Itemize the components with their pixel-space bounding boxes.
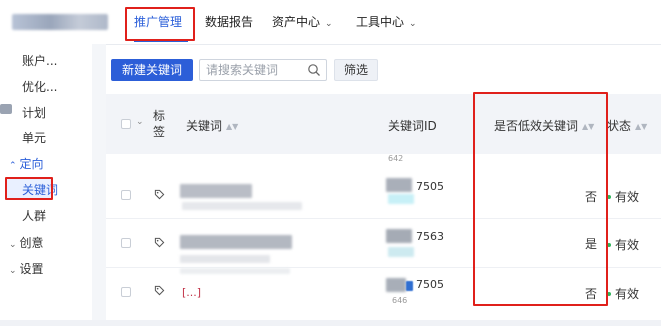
keyword-id-suffix: 7505	[416, 278, 444, 291]
clipped-id-text: 646	[392, 296, 408, 305]
search-icon[interactable]	[307, 63, 321, 77]
nav-tab-data-report[interactable]: 数据报告	[205, 0, 253, 44]
status-cell: 有效	[607, 236, 639, 253]
sidebar-item-audience[interactable]: 人群	[22, 207, 46, 224]
sidebar-group-label: 创意	[19, 236, 44, 250]
keyword-id-redacted	[386, 229, 412, 243]
keyword-id: 7563	[416, 230, 444, 243]
keyword-id: 7505	[416, 278, 444, 291]
sidebar-item-label: 账户...	[22, 54, 58, 68]
sidebar-item-plan[interactable]: 计划	[22, 104, 46, 121]
filter-button[interactable]: 筛选	[334, 59, 378, 81]
chevron-down-icon: ⌄	[9, 240, 17, 250]
top-navigation-bar: 推广管理 数据报告 资产中心 ⌄ 工具中心 ⌄	[0, 0, 661, 45]
sort-icon[interactable]: ▲▼	[226, 122, 238, 131]
column-header-label: 关键词	[186, 119, 223, 133]
column-header-keyword[interactable]: 关键词 ▲▼	[186, 117, 238, 134]
row-checkbox[interactable]	[121, 190, 131, 200]
status-cell: 有效	[607, 285, 639, 302]
sidebar-item-label: 计划	[22, 106, 47, 120]
sidebar-item-label: 人群	[22, 209, 47, 223]
highlight-box-sidebar	[5, 177, 53, 200]
keyword-search-input[interactable]	[206, 62, 302, 78]
highlight-box-low-efficiency-column	[473, 92, 608, 306]
keyword-id: 7505	[416, 180, 444, 193]
keyword-id-suffix: 7563	[416, 230, 444, 243]
sidebar-group-targeting[interactable]: ⌃ 定向	[9, 155, 44, 172]
keyword-partial-text: [...]	[182, 286, 202, 299]
nav-tab-label: 资产中心	[272, 15, 321, 29]
content-gutter	[92, 44, 106, 326]
status-cell: 有效	[607, 188, 639, 205]
column-header-status[interactable]: 状态 ▲▼	[607, 117, 647, 134]
column-header-label: 状态	[607, 119, 632, 133]
keyword-subtext-redacted	[182, 202, 302, 210]
chevron-up-icon: ⌃	[9, 161, 17, 171]
column-header-label: 标签	[153, 109, 166, 139]
chevron-down-icon: ⌄	[9, 266, 17, 276]
keyword-subtext-redacted	[180, 268, 290, 274]
keyword-subtext-redacted	[180, 255, 270, 263]
tag-icon[interactable]	[154, 285, 165, 296]
keyword-id-redacted	[388, 194, 414, 204]
new-keyword-button[interactable]: 新建关键词	[111, 59, 193, 81]
sidebar-group-settings[interactable]: ⌄ 设置	[9, 260, 44, 277]
keyword-id-redacted	[386, 278, 406, 292]
column-header-keyword-id: 关键词ID	[388, 117, 437, 134]
sidebar-item-label: 单元	[22, 131, 47, 145]
nav-tab-tool-center[interactable]: 工具中心 ⌄	[356, 0, 417, 44]
logo	[12, 14, 108, 30]
column-header-label: 关键词ID	[388, 119, 437, 133]
clipped-id-text: 642	[388, 154, 404, 163]
nav-tab-asset-center[interactable]: 资产中心 ⌄	[272, 0, 333, 44]
row-checkbox[interactable]	[121, 238, 131, 248]
keyword-id-redacted	[388, 247, 414, 257]
status-label: 有效	[615, 287, 640, 301]
tag-icon[interactable]	[154, 189, 165, 200]
sidebar-item-unit[interactable]: 单元	[22, 129, 46, 146]
sidebar-item-account[interactable]: 账户...	[22, 52, 57, 69]
keyword-id-suffix: 7505	[416, 180, 444, 193]
chevron-down-icon: ⌄	[409, 19, 417, 29]
sidebar-group-label: 定向	[19, 157, 44, 171]
sidebar-item-label: 优化...	[22, 80, 58, 94]
bottom-scroll-area	[0, 320, 661, 326]
collapse-handle-icon[interactable]	[0, 104, 12, 114]
column-header-tag: 标签	[153, 108, 167, 140]
tag-icon[interactable]	[154, 237, 165, 248]
chevron-down-icon[interactable]: ⌄	[136, 117, 144, 127]
nav-tab-label: 工具中心	[356, 15, 405, 29]
keyword-text-redacted	[180, 184, 252, 198]
sidebar-group-label: 设置	[19, 262, 44, 276]
keyword-text-redacted	[180, 235, 292, 249]
select-all-checkbox[interactable]	[121, 119, 131, 129]
nav-tab-label: 数据报告	[205, 15, 254, 29]
keyword-id-redacted	[386, 178, 412, 192]
status-label: 有效	[615, 238, 640, 252]
keyword-search-box	[199, 59, 327, 81]
sidebar-group-creative[interactable]: ⌄ 创意	[9, 234, 44, 251]
status-label: 有效	[615, 190, 640, 204]
row-checkbox[interactable]	[121, 287, 131, 297]
chevron-down-icon: ⌄	[325, 19, 333, 29]
sidebar-item-optimize[interactable]: 优化...	[22, 78, 57, 95]
highlight-box-nav	[125, 7, 195, 41]
keyword-id-redacted	[406, 281, 413, 291]
sort-icon[interactable]: ▲▼	[635, 122, 647, 131]
